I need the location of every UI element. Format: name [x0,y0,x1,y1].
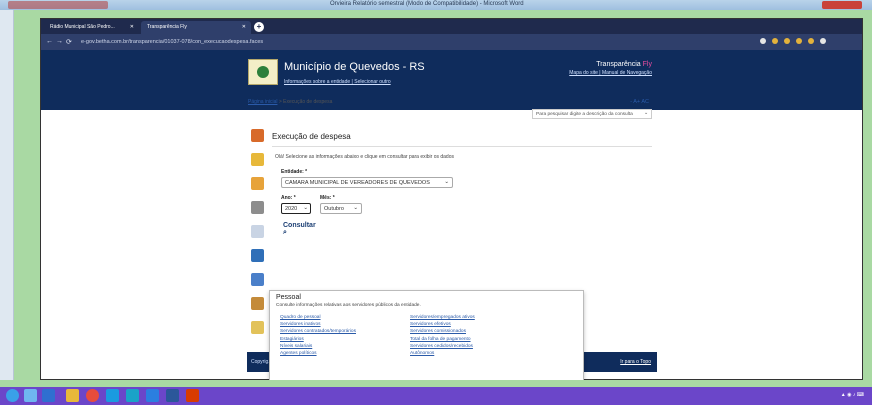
brand-accent: Fly [642,61,652,68]
hammer-icon[interactable] [251,129,264,142]
tab-label: Transparência Fly [147,24,187,30]
truck-icon[interactable] [251,249,264,262]
close-icon[interactable]: ✕ [130,24,134,30]
popup-link[interactable]: Níveis salariais [280,344,356,349]
mes-select[interactable]: Outubro ⌄ [320,203,362,214]
word-quick-access-toolbar[interactable] [8,1,108,9]
popup-link[interactable]: Servidores/empregados ativos [410,315,475,320]
search-icon: ⌕ [283,229,287,236]
popup-link[interactable]: Agentes políticos [280,351,356,356]
back-to-top-link[interactable]: Ir para o Topo [620,359,651,365]
task-view-icon[interactable] [42,389,55,402]
address-bar-row: ← → ⟳ e-gov.betha.com.br/transparencia/0… [41,34,862,50]
word-icon[interactable] [166,389,179,402]
chevron-down-icon: ⌄ [643,111,648,116]
people-icon[interactable] [251,297,264,310]
pessoal-popup: Pessoal Consulte informações relativas a… [269,290,584,382]
skype-icon[interactable] [146,389,159,402]
municipality-logo[interactable] [248,59,278,85]
popup-link[interactable]: Servidores contratados/temporários [280,329,356,334]
intro-text: Olá! Selecione as informações abaixo e c… [275,154,454,160]
search-input[interactable]: Para pesquisar digite a descrição da con… [532,109,652,119]
file-explorer-icon[interactable] [66,389,79,402]
brand-title: Transparência Fly [596,61,652,68]
window-controls[interactable] [822,1,862,9]
popup-link[interactable]: Servidores inativos [280,322,356,327]
store-icon[interactable] [126,389,139,402]
url-field[interactable]: e-gov.betha.com.br/transparencia/01037-0… [81,37,681,47]
clipboard-icon[interactable] [251,321,264,334]
popup-column-left: Quadro de pessoal Servidores inativos Se… [280,315,356,358]
page-title: Execução de despesa [272,132,351,141]
category-sidebar [248,129,268,334]
mes-label: Mês: * [320,195,335,201]
consultar-label: Consultar [283,222,316,229]
popup-link[interactable]: Total da folha de pagamento [410,337,475,342]
browser-window: Rádio Municipal São Pedro... ✕ Transparê… [40,18,863,382]
font-size-controls[interactable]: - A+ AC [630,99,649,105]
chevron-down-icon: ⌄ [353,205,358,211]
word-window-title: Orvieira Relatório semestral (Modo de Co… [330,1,524,7]
close-icon[interactable]: ✕ [242,24,246,30]
popup-link[interactable]: Servidores cedidos/recebidos [410,344,475,349]
popup-link[interactable]: Servidores comissionados [410,329,475,334]
consultar-button[interactable]: Consultar ⌕ [283,222,316,237]
extension-icons[interactable] [754,38,854,46]
brand-links[interactable]: Mapa do site | Manual de Navegação [569,70,652,76]
entidade-select[interactable]: CAMARA MUNICIPAL DE VEREADORES DE QUEVED… [281,177,453,188]
search-placeholder: Para pesquisar digite a descrição da con… [536,112,633,117]
edge-icon[interactable] [106,389,119,402]
popup-link[interactable]: Servidores efetivos [410,322,475,327]
entidade-value: CAMARA MUNICIPAL DE VEREADORES DE QUEVED… [285,180,430,186]
taskbar: ▲ ◉ ♪ ⌨ [0,387,872,405]
entidade-label: Entidade: * [281,169,308,175]
search-icon[interactable] [24,389,37,402]
money-bag-icon[interactable] [251,177,264,190]
document-background [14,10,40,380]
tab-label: Rádio Municipal São Pedro... [50,24,115,30]
mes-value: Outubro [324,206,344,212]
entity-links[interactable]: Informações sobre a entidade | Seleciona… [284,79,391,85]
popup-link[interactable]: Quadro de pessoal [280,315,356,320]
tools-icon[interactable] [251,225,264,238]
ano-label: Ano: * [281,195,296,201]
brand-name: Transparência [596,61,641,68]
word-title-bar: Orvieira Relatório semestral (Modo de Co… [0,0,872,10]
municipality-title: Município de Quevedos - RS [284,61,425,73]
pdf-icon[interactable] [186,389,199,402]
breadcrumb-current: Execução de despesa [283,99,333,105]
new-tab-icon[interactable]: + [254,22,264,32]
chrome-icon[interactable] [86,389,99,402]
bank-icon[interactable] [251,201,264,214]
tab-strip: Rádio Municipal São Pedro... ✕ Transparê… [41,19,862,34]
divider [272,146,652,147]
reload-icon[interactable]: ⟳ [66,38,72,46]
site-header: Município de Quevedos - RS Informações s… [41,50,862,110]
breadcrumb-separator: > [278,99,282,105]
document-icon[interactable] [251,273,264,286]
word-ribbon [0,10,14,380]
back-icon[interactable]: ← [46,38,53,45]
tab-radio[interactable]: Rádio Municipal São Pedro... ✕ [44,21,139,34]
popup-link[interactable]: Estagiários [280,337,356,342]
popup-link[interactable]: Autônomos [410,351,475,356]
start-icon[interactable] [6,389,19,402]
coins-icon[interactable] [251,153,264,166]
breadcrumb-home[interactable]: Página inicial [248,99,277,105]
ano-select[interactable]: 2020 ⌄ [281,203,311,214]
breadcrumb: Página inicial > Execução de despesa [248,99,332,105]
forward-icon[interactable]: → [56,38,63,45]
tab-transparencia[interactable]: Transparência Fly ✕ [141,21,251,34]
chevron-down-icon: ⌄ [303,205,308,211]
ano-value: 2020 [285,206,298,212]
popup-description: Consulte informações relativas aos servi… [276,303,421,308]
chevron-down-icon: ⌄ [444,179,449,185]
popup-column-right: Servidores/empregados ativos Servidores … [410,315,475,358]
document-background [0,380,872,387]
popup-heading: Pessoal [276,294,301,301]
system-tray[interactable]: ▲ ◉ ♪ ⌨ [841,392,864,398]
